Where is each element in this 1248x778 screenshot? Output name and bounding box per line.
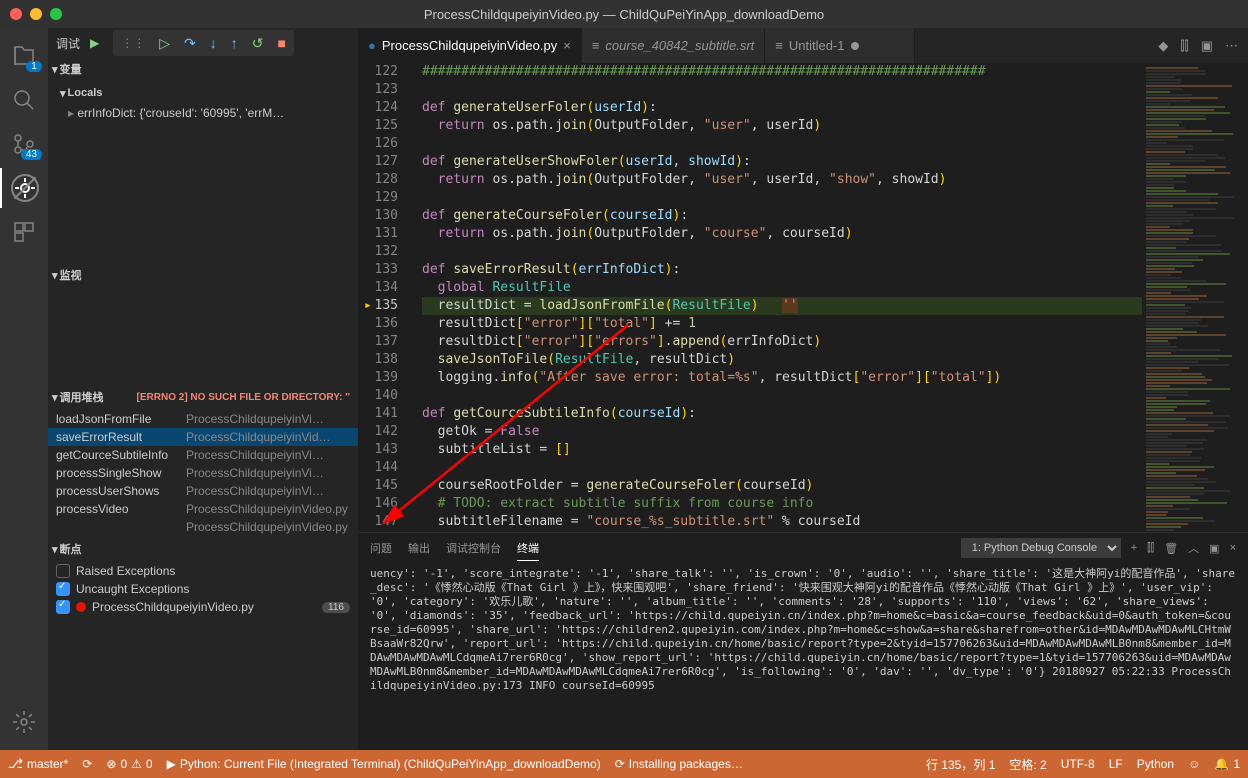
step-into-button[interactable]: ↓ <box>210 35 217 51</box>
callstack-frame[interactable]: loadJsonFromFileProcessChildqupeiyinVi… <box>48 410 358 428</box>
restart-button[interactable]: ↺ <box>252 35 264 52</box>
debug-console-tab[interactable]: 调试控制台 <box>446 536 501 560</box>
language-status[interactable]: Python <box>1137 757 1174 771</box>
callstack-error: [ERRNO 2] NO SUCH FILE OR DIRECTORY: '' <box>137 392 354 403</box>
callstack-frame[interactable]: processUserShowsProcessChildqupeiyinVi… <box>48 482 358 500</box>
tab-untitled[interactable]: ≡ Untitled-1 <box>765 28 915 63</box>
bottom-panel: 问题 输出 调试控制台 终端 1: Python Debug Console +… <box>358 532 1248 750</box>
window-title: ProcessChildqupeiyinVideo.py — ChildQuPe… <box>424 7 824 22</box>
watch-section-header[interactable]: ▾监视 <box>48 264 358 286</box>
activity-bar: 1 43 <box>0 28 48 750</box>
scm-badge: 43 <box>21 149 42 160</box>
problems-status[interactable]: ⊗0 ⚠0 <box>106 757 152 771</box>
debug-config-status[interactable]: ▶ Python: Current File (Integrated Termi… <box>167 757 601 771</box>
variable-item[interactable]: ▸ errInfoDict: {'crouseId': '60995', 'er… <box>48 104 358 122</box>
close-window-button[interactable] <box>10 8 22 20</box>
title-bar: ProcessChildqupeiyinVideo.py — ChildQuPe… <box>0 0 1248 28</box>
close-panel-icon[interactable]: × <box>1230 542 1236 554</box>
start-debug-button[interactable]: ▶ <box>90 36 99 50</box>
play-icon: ▶ <box>167 757 176 771</box>
maximize-panel-icon[interactable]: ▣ <box>1209 542 1219 555</box>
close-tab-icon[interactable]: × <box>563 38 571 53</box>
search-icon[interactable] <box>0 80 48 120</box>
maximize-window-button[interactable] <box>50 8 62 20</box>
split-editor-icon[interactable]: ⫿⫿ <box>1180 38 1188 54</box>
terminal-tab[interactable]: 终端 <box>517 536 539 561</box>
tab-subtitle-file[interactable]: ≡ course_40842_subtitle.srt <box>582 28 765 63</box>
debug-sidebar: 调试 ▶ ⋮⋮ ▷ ↷ ↓ ↑ ↺ ■ ▾变量 ▾Locals ▸ errInf… <box>48 28 358 750</box>
raised-exceptions-checkbox[interactable]: Raised Exceptions <box>48 562 358 580</box>
breakpoints-section-header[interactable]: ▾断点 <box>48 538 358 560</box>
breakpoint-file-item[interactable]: ProcessChildqupeiyinVideo.py 116 <box>48 598 358 616</box>
bell-icon: 🔔 <box>1214 757 1229 771</box>
stop-button[interactable]: ■ <box>278 35 286 51</box>
trash-icon[interactable]: 🗑 <box>1164 542 1178 555</box>
git-branch-icon: ⎇ <box>8 756 23 772</box>
callstack-frame[interactable]: saveErrorResultProcessChildqupeiyinVid… <box>48 428 358 446</box>
status-bar: ⎇ master* ⟳ ⊗0 ⚠0 ▶ Python: Current File… <box>0 750 1248 778</box>
layout-icon[interactable]: ▣ <box>1201 38 1213 54</box>
chevron-up-icon[interactable]: ︿ <box>1188 540 1199 556</box>
cursor-position-status[interactable]: 行 135，列 1 <box>926 756 995 773</box>
minimize-window-button[interactable] <box>30 8 42 20</box>
output-tab[interactable]: 输出 <box>408 536 430 560</box>
error-icon: ⊗ <box>106 757 116 771</box>
git-branch-status[interactable]: ⎇ master* <box>8 756 68 772</box>
uncaught-exceptions-checkbox[interactable]: Uncaught Exceptions <box>48 580 358 598</box>
debug-icon[interactable] <box>0 168 48 208</box>
terminal-selector[interactable]: 1: Python Debug Console <box>961 538 1121 558</box>
terminal-output[interactable]: uency': '-1', 'score_integrate': '-1', '… <box>358 563 1248 750</box>
sync-status[interactable]: ⟳ <box>82 757 92 771</box>
step-over-button[interactable]: ↷ <box>184 35 196 52</box>
eol-status[interactable]: LF <box>1109 757 1123 771</box>
sync-icon: ⟳ <box>82 757 92 771</box>
dirty-indicator-icon <box>851 42 859 50</box>
indentation-status[interactable]: 空格: 2 <box>1009 756 1046 773</box>
extensions-icon[interactable] <box>0 212 48 252</box>
callstack-frame[interactable]: getCourceSubtileInfoProcessChildqupeiyin… <box>48 446 358 464</box>
split-terminal-icon[interactable]: ⫿⫿ <box>1147 542 1154 555</box>
new-terminal-icon[interactable]: + <box>1131 542 1137 554</box>
more-actions-icon[interactable]: ⋯ <box>1225 38 1238 54</box>
explorer-icon[interactable]: 1 <box>0 36 48 76</box>
explorer-badge: 1 <box>26 61 42 72</box>
text-file-icon: ≡ <box>592 38 600 53</box>
tab-bar: ● ProcessChildqupeiyinVideo.py × ≡ cours… <box>358 28 1248 63</box>
debug-toolbar: ⋮⋮ ▷ ↷ ↓ ↑ ↺ ■ <box>113 30 294 56</box>
compare-icon[interactable]: ◆ <box>1158 38 1168 54</box>
callstack-frame[interactable]: ProcessChildqupeiyinVideo.py <box>48 518 358 536</box>
editor-area: ● ProcessChildqupeiyinVideo.py × ≡ cours… <box>358 28 1248 750</box>
python-file-icon: ● <box>368 38 376 53</box>
warning-icon: ⚠ <box>131 757 142 771</box>
encoding-status[interactable]: UTF-8 <box>1061 757 1095 771</box>
code-editor[interactable]: 1221231241251261271281291301311321331341… <box>358 63 1142 532</box>
settings-gear-icon[interactable] <box>0 702 48 742</box>
feedback-icon[interactable]: ☺ <box>1188 757 1200 771</box>
step-out-button[interactable]: ↑ <box>231 35 238 51</box>
callstack-frame[interactable]: processSingleShowProcessChildqupeiyinVi… <box>48 464 358 482</box>
continue-button[interactable]: ▷ <box>159 35 170 52</box>
drag-handle-icon[interactable]: ⋮⋮ <box>121 36 145 50</box>
locals-header[interactable]: ▾Locals <box>48 82 358 104</box>
variables-section-header[interactable]: ▾变量 <box>48 58 358 80</box>
problems-tab[interactable]: 问题 <box>370 536 392 560</box>
callstack-frame[interactable]: processVideoProcessChildqupeiyinVideo.py <box>48 500 358 518</box>
notifications-status[interactable]: 🔔1 <box>1214 757 1240 771</box>
minimap[interactable] <box>1142 63 1248 532</box>
callstack-section-header[interactable]: ▾调用堆栈 [ERRNO 2] NO SUCH FILE OR DIRECTOR… <box>48 386 358 408</box>
tab-main-file[interactable]: ● ProcessChildqupeiyinVideo.py × <box>358 28 582 63</box>
source-control-icon[interactable]: 43 <box>0 124 48 164</box>
debug-label: 调试 <box>56 35 80 52</box>
loading-icon: ⟳ <box>615 757 625 771</box>
text-file-icon: ≡ <box>775 38 783 53</box>
installing-status[interactable]: ⟳ Installing packages… <box>615 757 743 771</box>
